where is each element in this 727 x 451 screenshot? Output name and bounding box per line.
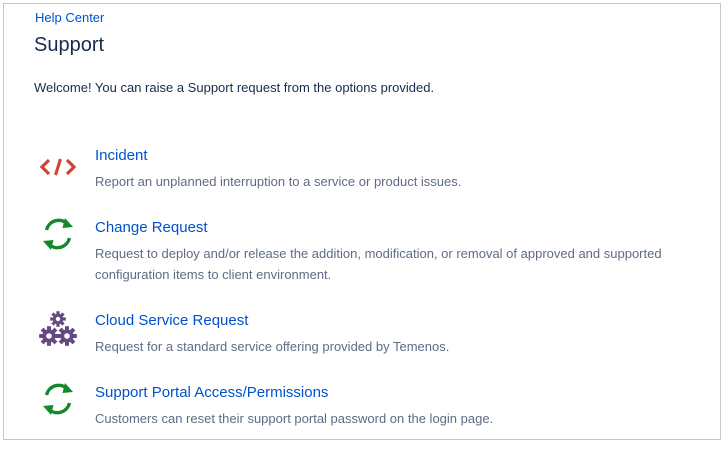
- support-portal-panel: Help Center Support Welcome! You can rai…: [3, 3, 721, 440]
- request-type-description: Request to deploy and/or release the add…: [95, 246, 662, 282]
- gears-icon: [38, 310, 78, 350]
- request-type-description: Customers can reset their support portal…: [95, 411, 494, 426]
- request-type-title[interactable]: Support Portal Access/Permissions: [95, 384, 328, 402]
- request-type-description: Report an unplanned interruption to a se…: [95, 174, 462, 189]
- refresh-icon: [38, 379, 78, 419]
- request-type-change-request[interactable]: Change Request Request to deploy and/or …: [34, 218, 714, 283]
- request-type-title[interactable]: Cloud Service Request: [95, 312, 248, 330]
- request-type-title[interactable]: Incident: [95, 147, 148, 165]
- request-type-support-portal-access[interactable]: Support Portal Access/Permissions Custom…: [34, 383, 714, 428]
- welcome-message: Welcome! You can raise a Support request…: [34, 80, 435, 95]
- request-type-title[interactable]: Change Request: [95, 219, 208, 237]
- request-type-cloud-service-request[interactable]: Cloud Service Request Request for a stan…: [34, 310, 714, 356]
- page-title: Support: [34, 34, 105, 56]
- request-type-incident[interactable]: Incident Report an unplanned interruptio…: [34, 147, 714, 191]
- code-icon: [38, 153, 78, 193]
- refresh-icon: [38, 214, 78, 254]
- request-type-description: Request for a standard service offering …: [95, 339, 450, 354]
- breadcrumb-help-center[interactable]: Help Center: [35, 10, 104, 26]
